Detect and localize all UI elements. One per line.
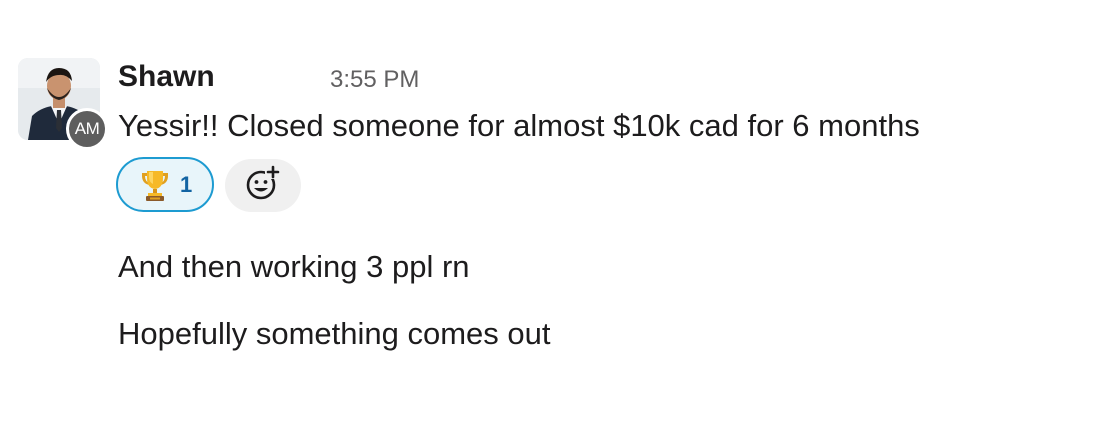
- message-text: And then working 3 ppl rn: [118, 249, 470, 284]
- avatar-container[interactable]: AM: [18, 58, 108, 150]
- add-reaction-icon: [243, 163, 283, 208]
- reaction-trophy[interactable]: 1: [116, 157, 214, 212]
- sender-name[interactable]: Shawn: [118, 59, 215, 95]
- message-text: Hopefully something comes out: [118, 316, 551, 351]
- add-reaction-button[interactable]: [225, 159, 301, 212]
- trophy-icon: [136, 166, 174, 204]
- user-initials-badge: AM: [66, 108, 108, 150]
- message-timestamp[interactable]: 3:55 PM: [330, 65, 419, 95]
- reaction-count: 1: [180, 171, 193, 197]
- message-text: Yessir!! Closed someone for almost $10k …: [118, 108, 920, 143]
- message-group: AM Shawn 3:55 PM Yessir!! Closed someone…: [0, 0, 1114, 438]
